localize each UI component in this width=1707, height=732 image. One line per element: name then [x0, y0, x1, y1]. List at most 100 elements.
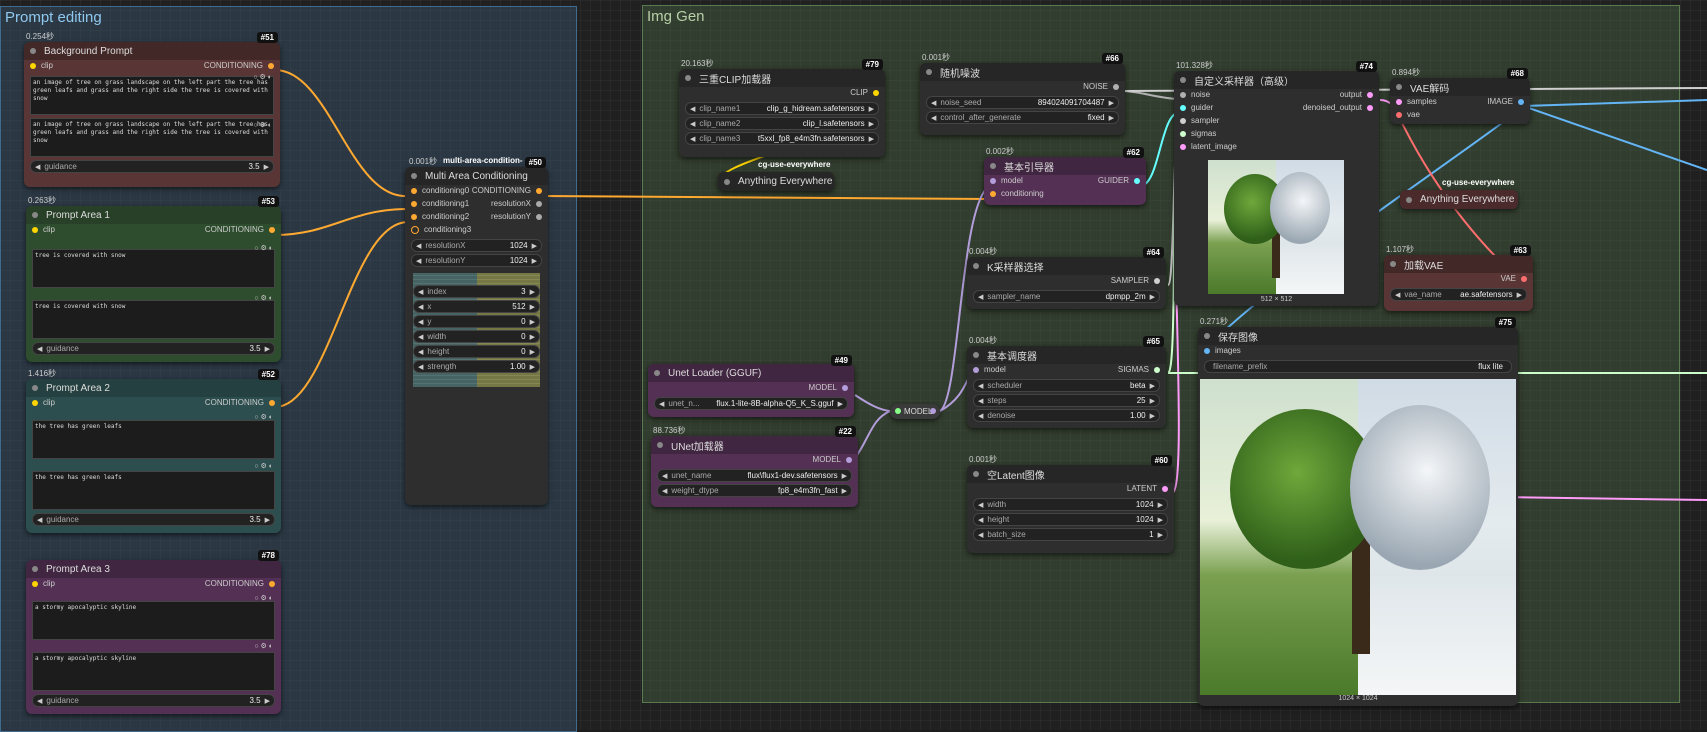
node-header[interactable]: Anything Everywhere [1400, 190, 1518, 209]
latent-socket-icon[interactable] [1162, 485, 1168, 492]
input-samples[interactable]: samples [1396, 97, 1437, 106]
weight-dtype-combo[interactable]: ◀ weight_dtype fp8_e4m3fn_fast ▶ [657, 484, 852, 497]
conditioning-socket-icon[interactable] [536, 187, 542, 194]
next-icon[interactable]: ▶ [1150, 382, 1155, 390]
node-unet-loader[interactable]: 88.736秒 #22 UNet加载器 MODEL ◀ unet_name flux… [651, 426, 858, 507]
decrement-icon[interactable]: ◀ [978, 397, 983, 405]
input-guider[interactable]: guider [1180, 103, 1213, 112]
collapse-dot-icon[interactable] [32, 212, 38, 218]
node-header[interactable]: VAE解码 [1390, 78, 1530, 96]
input-conditioning2[interactable]: conditioning2 [411, 212, 469, 221]
node-header[interactable]: 三重CLIP加载器 [679, 69, 885, 87]
next-icon[interactable]: ▶ [1517, 291, 1522, 299]
collapse-dot-icon[interactable] [657, 442, 663, 448]
model-socket-icon[interactable] [990, 177, 996, 184]
input-clip[interactable]: clip [32, 398, 55, 407]
unet-name-combo[interactable]: ◀ unet_name flux\flux1-dev.safetensors ▶ [657, 469, 852, 482]
guidance-widget[interactable]: ◀ guidance 3.5 ▶ [32, 342, 275, 355]
increment-icon[interactable]: ▶ [530, 348, 535, 356]
y-widget[interactable]: ◀ y 0 ▶ [413, 315, 540, 328]
node-anything-everywhere-1[interactable]: cg-use-everywhere Anything Everywhere [718, 160, 834, 191]
resolutiony-widget[interactable]: ◀ resolutionY 1024 ▶ [411, 254, 542, 267]
prev-icon[interactable]: ◀ [690, 120, 695, 128]
decrement-icon[interactable]: ◀ [37, 345, 42, 353]
output-vae[interactable]: VAE [1501, 274, 1527, 283]
node-unet-loader-gguf[interactable]: #49 Unet Loader (GGUF) MODEL ◀ unet_n... f… [648, 355, 854, 417]
input-conditioning[interactable]: conditioning [990, 189, 1044, 198]
collapse-dot-icon[interactable] [685, 75, 691, 81]
node-basic-scheduler[interactable]: 0.004秒 #65 基本调度器 model SIGMAS ◀ scheduler b… [967, 336, 1166, 428]
node-header[interactable]: 空Latent图像 [967, 465, 1174, 483]
collapse-dot-icon[interactable] [990, 163, 996, 169]
clip-l-textarea[interactable]: an image of tree on grass landscape on t… [30, 76, 274, 115]
output-guider[interactable]: GUIDER [1098, 176, 1140, 185]
next-icon[interactable]: ▶ [1150, 293, 1155, 301]
prev-icon[interactable]: ◀ [1395, 291, 1400, 299]
latent-socket-icon[interactable] [1396, 98, 1402, 105]
node-header[interactable]: Prompt Area 2 [26, 379, 281, 397]
increment-icon[interactable]: ▶ [1150, 412, 1155, 420]
output-resolutiony[interactable]: resolutionY [491, 212, 542, 221]
decrement-icon[interactable]: ◀ [418, 318, 423, 326]
node-header[interactable]: 基本引导器 [984, 157, 1146, 175]
text-tools-icon[interactable]: ○ ⚙ ◐ [253, 121, 272, 129]
next-icon[interactable]: ▶ [842, 472, 847, 480]
sigmas-socket-icon[interactable] [1180, 130, 1186, 137]
node-prompt-area-1[interactable]: 0.263秒 #53 Prompt Area 1 clip CONDITIONI… [26, 196, 281, 362]
model-socket-icon[interactable] [842, 384, 848, 391]
collapse-dot-icon[interactable] [724, 178, 730, 185]
output-output[interactable]: output [1340, 90, 1373, 99]
decrement-icon[interactable]: ◀ [35, 163, 40, 171]
collapse-dot-icon[interactable] [1390, 261, 1396, 267]
output-conditioning[interactable]: CONDITIONING [205, 398, 275, 407]
increment-icon[interactable]: ▶ [530, 318, 535, 326]
steps-widget[interactable]: ◀ steps 25 ▶ [973, 394, 1160, 407]
text-tools-icon[interactable]: ○ ⚙ ◐ [254, 462, 273, 470]
prev-icon[interactable]: ◀ [978, 293, 983, 301]
collapse-dot-icon[interactable] [1396, 84, 1402, 90]
conditioning-socket-icon[interactable] [269, 580, 275, 587]
vae-socket-icon[interactable] [1521, 275, 1527, 282]
decrement-icon[interactable]: ◀ [418, 303, 423, 311]
output-sampler[interactable]: SAMPLER [1111, 276, 1160, 285]
node-basic-guider[interactable]: 0.002秒 #62 基本引导器 model GUIDER conditionin… [984, 147, 1146, 205]
input-images[interactable]: images [1204, 346, 1241, 355]
next-icon[interactable]: ▶ [838, 400, 843, 408]
input-conditioning3[interactable]: conditioning3 [411, 225, 471, 234]
increment-icon[interactable]: ▶ [1109, 99, 1114, 107]
model-socket-icon[interactable] [846, 456, 852, 463]
int-socket-icon[interactable] [536, 200, 542, 207]
guidance-widget[interactable]: ◀ guidance 3.5 ▶ [32, 694, 275, 707]
next-icon[interactable]: ▶ [869, 120, 874, 128]
text-tools-icon[interactable]: ○ ⚙ ◐ [254, 413, 273, 421]
output-conditioning[interactable]: CONDITIONING [204, 61, 274, 70]
decrement-icon[interactable]: ◀ [416, 242, 421, 250]
input-vae[interactable]: vae [1396, 110, 1420, 119]
output-model[interactable]: MODEL [809, 383, 848, 392]
collapse-dot-icon[interactable] [973, 352, 979, 358]
conditioning-socket-icon[interactable] [411, 200, 417, 207]
noise-seed-widget[interactable]: ◀ noise_seed 894024091704487 ▶ [926, 96, 1119, 109]
collapse-dot-icon[interactable] [32, 566, 38, 572]
increment-icon[interactable]: ▶ [530, 303, 535, 311]
collapse-dot-icon[interactable] [411, 173, 417, 179]
node-header[interactable]: Prompt Area 1 [26, 206, 281, 224]
collapse-dot-icon[interactable] [30, 48, 36, 54]
next-icon[interactable]: ▶ [1109, 114, 1114, 122]
prev-icon[interactable]: ◀ [978, 382, 983, 390]
conditioning-socket-icon[interactable] [411, 187, 417, 194]
prev-icon[interactable]: ◀ [690, 135, 695, 143]
model-socket-icon[interactable] [930, 408, 936, 414]
text-tools-icon[interactable]: ○ ⚙ ◐ [254, 594, 273, 602]
clip-socket-icon[interactable] [30, 62, 36, 69]
conditioning-socket-icon[interactable] [269, 226, 275, 233]
sampler-name-combo[interactable]: ◀ sampler_name dpmpp_2m ▶ [973, 290, 1160, 303]
conditioning-socket-icon[interactable] [411, 213, 417, 220]
node-header[interactable]: 基本调度器 [967, 346, 1166, 364]
output-sigmas[interactable]: SIGMAS [1118, 365, 1160, 374]
conditioning-socket-icon[interactable] [990, 190, 996, 197]
node-ksampler-select[interactable]: 0.004秒 #64 K采样器选择 SAMPLER ◀ sampler_name d… [967, 247, 1166, 309]
input-sigmas[interactable]: sigmas [1180, 129, 1216, 138]
image-socket-icon[interactable] [1204, 347, 1210, 354]
input-model[interactable]: model [973, 365, 1006, 374]
